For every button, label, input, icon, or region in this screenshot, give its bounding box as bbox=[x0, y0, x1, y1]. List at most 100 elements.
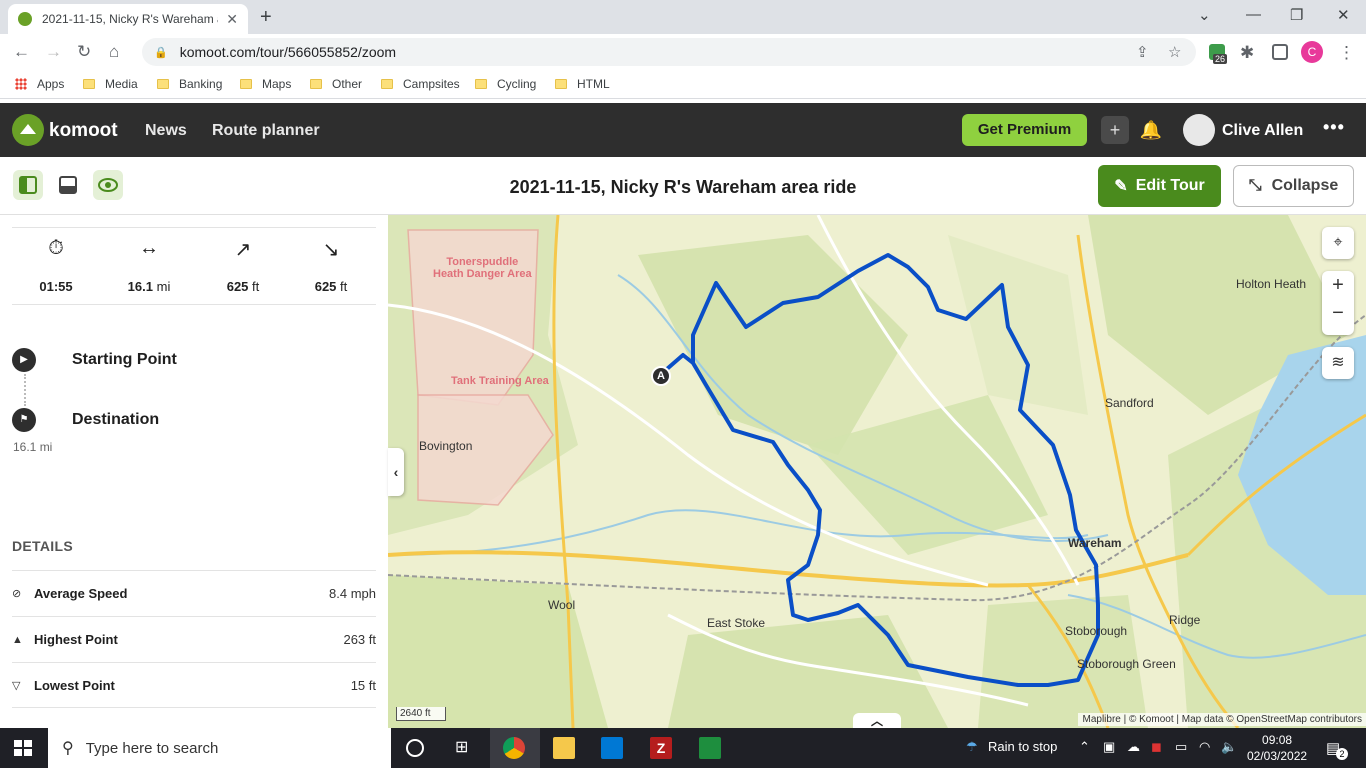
bookmark-campsites[interactable]: Campsites bbox=[381, 77, 460, 91]
folder-icon bbox=[83, 79, 95, 89]
tray-app-icon[interactable]: ▣ bbox=[1103, 739, 1115, 755]
tray-chevron-icon[interactable]: ⌃ bbox=[1079, 739, 1090, 755]
bookmark-banking[interactable]: Banking bbox=[157, 77, 222, 91]
extensions-puzzle-icon[interactable]: ✱ bbox=[1240, 43, 1254, 63]
map-label-tonerspuddle: Tonerspuddle Heath Danger Area bbox=[433, 256, 532, 280]
collapse-button[interactable]: ⤡ Collapse bbox=[1233, 165, 1354, 207]
home-button[interactable]: ⌂ bbox=[109, 42, 119, 62]
tray-red-icon[interactable]: ◼ bbox=[1151, 739, 1162, 755]
browser-tab[interactable]: 2021-11-15, Nicky R's Wareham area ride … bbox=[8, 4, 248, 34]
cortana-icon[interactable] bbox=[406, 739, 424, 757]
bookmark-apps[interactable]: Apps bbox=[15, 77, 64, 91]
map-label-holton-heath: Holton Heath bbox=[1236, 277, 1307, 291]
minimize-button[interactable]: — bbox=[1246, 6, 1261, 23]
back-button[interactable]: ← bbox=[13, 42, 30, 62]
bookmark-other[interactable]: Other bbox=[310, 77, 362, 91]
detail-row: ▲ Highest Point 263 ft bbox=[12, 616, 376, 662]
layers-icon[interactable]: ≋ bbox=[1322, 347, 1354, 379]
folder-icon bbox=[310, 79, 322, 89]
starting-point-label[interactable]: Starting Point bbox=[72, 351, 177, 369]
tour-map[interactable]: Tonerspuddle Heath Danger Area Tank Trai… bbox=[388, 215, 1366, 728]
details-heading: DETAILS bbox=[12, 538, 73, 554]
reading-list-icon[interactable] bbox=[1272, 44, 1288, 60]
downhill-arrow-icon: ↘ bbox=[322, 239, 340, 261]
filezilla-icon[interactable]: Z bbox=[650, 737, 672, 759]
lowest-point-icon: ▽ bbox=[12, 679, 21, 692]
windows-start-icon[interactable] bbox=[14, 740, 32, 756]
map-label-wool: Wool bbox=[548, 598, 576, 612]
maximize-button[interactable]: ❐ bbox=[1290, 6, 1303, 24]
close-tab-icon[interactable]: ✕ bbox=[226, 11, 238, 28]
folder-icon bbox=[157, 79, 169, 89]
pencil-icon: ✎ bbox=[1114, 178, 1128, 195]
user-name[interactable]: Clive Allen bbox=[1222, 122, 1303, 140]
nav-route-planner[interactable]: Route planner bbox=[212, 122, 320, 140]
volume-icon[interactable]: 🔈 bbox=[1221, 739, 1237, 755]
map-canvas bbox=[388, 215, 1366, 728]
komoot-header: komoot News Route planner Get Premium + … bbox=[0, 103, 1366, 157]
browser-tab-bar: 2021-11-15, Nicky R's Wareham area ride … bbox=[0, 0, 1366, 34]
microsoft-store-icon[interactable] bbox=[601, 737, 623, 759]
profile-avatar[interactable]: C bbox=[1301, 41, 1323, 63]
share-icon[interactable]: ⇪ bbox=[1136, 43, 1149, 61]
bookmark-media[interactable]: Media bbox=[83, 77, 138, 91]
collapse-sidebar-chevron-icon[interactable]: ‹ bbox=[388, 448, 404, 496]
url-text: komoot.com/tour/566055852/zoom bbox=[179, 44, 397, 60]
extension-badge: 26 bbox=[1213, 54, 1228, 64]
apps-grid-icon bbox=[15, 78, 27, 90]
bookmark-maps[interactable]: Maps bbox=[240, 77, 291, 91]
battery-icon[interactable]: ▭ bbox=[1175, 739, 1187, 755]
browser-menu-icon[interactable]: ⋮ bbox=[1338, 43, 1355, 63]
taskbar-search-box[interactable]: ⚲ Type here to search bbox=[48, 728, 391, 768]
bookmark-star-icon[interactable]: ☆ bbox=[1168, 43, 1181, 61]
task-view-icon[interactable]: ⊞ bbox=[455, 737, 468, 757]
map-label-ridge: Ridge bbox=[1169, 613, 1201, 627]
chrome-icon[interactable] bbox=[503, 737, 525, 759]
reload-button[interactable]: ↻ bbox=[77, 42, 91, 62]
bookmark-html[interactable]: HTML bbox=[555, 77, 610, 91]
destination-label[interactable]: Destination bbox=[72, 411, 159, 429]
zoom-control: + − bbox=[1322, 271, 1354, 335]
expand-panel-chevron-icon[interactable]: ︿ bbox=[853, 713, 901, 728]
tour-subheader: 2021-11-15, Nicky R's Wareham area ride … bbox=[0, 157, 1366, 215]
add-plus-icon[interactable]: + bbox=[1101, 116, 1129, 144]
more-menu-icon[interactable]: ••• bbox=[1323, 117, 1345, 138]
zoom-out-button[interactable]: − bbox=[1322, 299, 1354, 327]
bookmark-cycling[interactable]: Cycling bbox=[475, 77, 536, 91]
highest-point-icon: ▲ bbox=[12, 633, 23, 646]
get-premium-button[interactable]: Get Premium bbox=[962, 114, 1087, 146]
edit-tour-button[interactable]: ✎ Edit Tour bbox=[1098, 165, 1221, 207]
new-tab-button[interactable]: + bbox=[260, 6, 272, 29]
weather-icon[interactable]: ☂ bbox=[966, 739, 978, 755]
destination-distance: 16.1 mi bbox=[13, 440, 53, 454]
address-bar[interactable]: 🔒 komoot.com/tour/566055852/zoom ⇪ ☆ bbox=[142, 38, 1196, 66]
recenter-icon[interactable]: ⌖ bbox=[1322, 227, 1354, 259]
tour-sidebar: ⏱ 01:55 ↔ 16.1 mi ↗ 625 ft ↘ 625 ft ▶ St… bbox=[0, 215, 388, 728]
brand-name[interactable]: komoot bbox=[49, 120, 118, 142]
komoot-logo-icon[interactable] bbox=[12, 114, 44, 146]
tab-search-chevron-icon[interactable]: ⌄ bbox=[1198, 6, 1211, 24]
close-window-button[interactable]: ✕ bbox=[1337, 6, 1350, 24]
map-label-stoborough: Stoborough bbox=[1065, 624, 1128, 638]
onedrive-cloud-icon[interactable]: ☁ bbox=[1127, 739, 1140, 755]
nav-news[interactable]: News bbox=[145, 122, 187, 140]
detail-row: ⊘ Average Speed 8.4 mph bbox=[12, 570, 376, 616]
file-explorer-icon[interactable] bbox=[553, 737, 575, 759]
forward-button[interactable]: → bbox=[45, 42, 62, 62]
folder-icon bbox=[381, 79, 393, 89]
notifications-bell-icon[interactable]: 🔔 bbox=[1137, 116, 1165, 144]
start-marker[interactable]: A bbox=[651, 366, 671, 386]
folder-icon bbox=[475, 79, 487, 89]
map-scale: 2640 ft bbox=[396, 707, 446, 721]
user-avatar[interactable] bbox=[1183, 114, 1215, 146]
weather-text[interactable]: Rain to stop bbox=[988, 739, 1057, 754]
zoom-in-button[interactable]: + bbox=[1322, 271, 1354, 299]
stopwatch-icon: ⏱ bbox=[48, 237, 64, 259]
stat-distance: ↔ 16.1 mi bbox=[104, 237, 194, 294]
taskbar-clock[interactable]: 09:08 02/03/2022 bbox=[1247, 732, 1307, 764]
play-icon: ▶ bbox=[12, 348, 36, 372]
stat-duration: ⏱ 01:55 bbox=[11, 237, 101, 294]
stat-downhill: ↘ 625 ft bbox=[286, 237, 376, 294]
wifi-icon[interactable]: ◠ bbox=[1199, 739, 1210, 755]
sheets-icon[interactable] bbox=[699, 737, 721, 759]
